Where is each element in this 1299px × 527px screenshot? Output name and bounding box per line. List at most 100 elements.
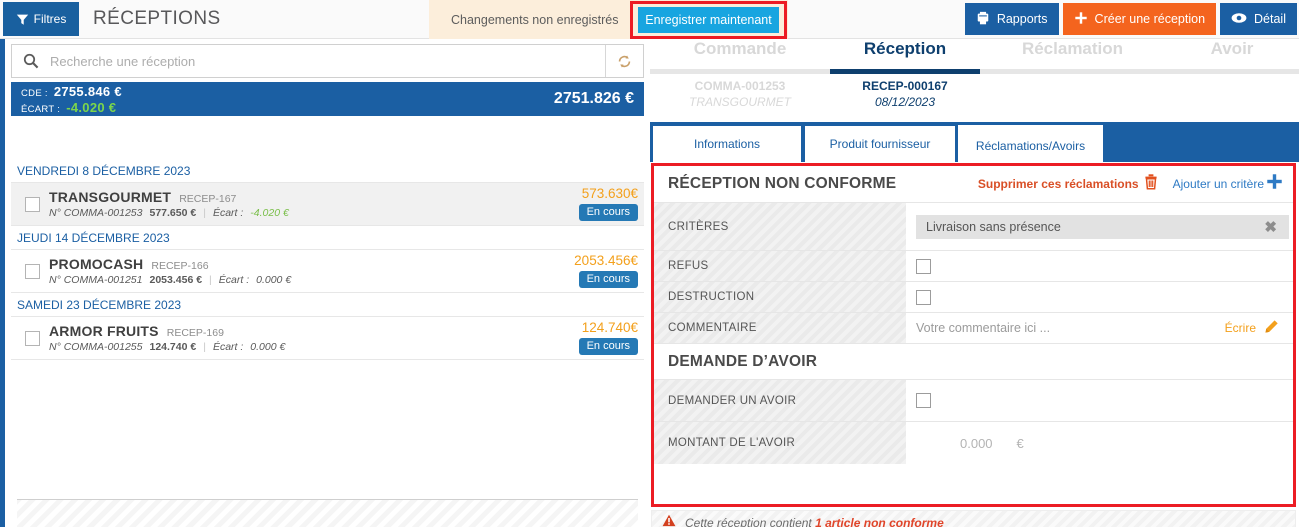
tabs-underline-active — [830, 69, 980, 74]
criteria-chip[interactable]: Livraison sans présence ✖ — [916, 214, 1289, 239]
day-header: VENDREDI 8 DÉCEMBRE 2023 — [11, 159, 644, 183]
reception-code: RECEP-166 — [151, 260, 209, 272]
row-line-1: TRANSGOURMET RECEP-167 — [49, 189, 289, 205]
supplier-name: PROMOCASH — [49, 256, 144, 272]
row-amount: 2053.456€ — [574, 253, 638, 268]
plus-icon[interactable] — [1266, 173, 1283, 195]
commande-supplier: TRANSGOURMET — [689, 95, 791, 109]
write-comment-label: Écrire — [1224, 321, 1256, 335]
top-action-buttons: Rapports Créer une réception Détail — [964, 3, 1297, 35]
add-criterion-label: Ajouter un critère — [1172, 177, 1264, 191]
tab-reception[interactable]: Réception — [830, 39, 980, 59]
close-icon[interactable]: ✖ — [1264, 218, 1281, 236]
criteria-label: CRITÈRES — [654, 203, 906, 250]
reception-date: 08/12/2023 — [874, 95, 936, 109]
ecart-value: -4.020 € — [66, 99, 117, 115]
order-number: N° COMMA-001251 — [49, 274, 143, 286]
tab-commande[interactable]: Commande — [650, 39, 830, 59]
ecart-line: ÉCART : -4.020 € — [21, 100, 122, 115]
create-reception-label: Créer une réception — [1094, 12, 1206, 26]
claims-form-highlight: RÉCEPTION NON CONFORME Supprimer ces réc… — [651, 163, 1296, 507]
document-tab-subtitles: COMMA-001253 TRANSGOURMET RECEP-000167 0… — [650, 78, 1299, 118]
day-header: SAMEDI 23 DÉCEMBRE 2023 — [11, 293, 644, 317]
filters-label: Filtres — [33, 12, 67, 26]
add-criterion-button[interactable]: Ajouter un critère — [1173, 177, 1264, 191]
criteria-field: Livraison sans présence ✖ — [906, 203, 1293, 250]
reports-button[interactable]: Rapports — [964, 3, 1059, 35]
credit-amount-field[interactable]: 0.000 € — [906, 422, 1293, 464]
pencil-icon — [1264, 319, 1279, 337]
page-title: RÉCEPTIONS — [93, 8, 221, 29]
app-root: Filtres RÉCEPTIONS Changements non enreg… — [0, 0, 1299, 527]
row-checkbox[interactable] — [25, 330, 40, 346]
reception-code: RECEP-167 — [179, 193, 237, 205]
order-number: N° COMMA-001255 — [49, 341, 143, 353]
delete-claims-button[interactable]: Supprimer ces réclamations — [978, 177, 1139, 191]
refus-checkbox[interactable] — [916, 258, 931, 274]
tab-informations[interactable]: Informations — [652, 125, 802, 162]
detail-button[interactable]: Détail — [1220, 3, 1297, 35]
credit-amount-row: MONTANT DE L'AVOIR 0.000 € — [654, 421, 1293, 464]
tab-reclamation[interactable]: Réclamation — [980, 39, 1165, 59]
row-line-2: N° COMMA-001251 2053.456 € | Écart : 0.0… — [49, 274, 291, 286]
request-credit-checkbox[interactable] — [916, 393, 931, 408]
row-separator: | — [203, 341, 206, 353]
document-tabs: Commande Réception Réclamation Avoir — [650, 39, 1299, 78]
nonconformity-warning: Cette réception contient 1 article non c… — [651, 510, 1296, 527]
section-title: RÉCEPTION NON CONFORME — [668, 175, 897, 192]
total-value: 2751.826 € — [553, 90, 634, 107]
row-right: 124.740€ En cours — [578, 320, 638, 355]
refus-row: REFUS — [654, 250, 1293, 281]
comment-field[interactable]: Votre commentaire ici ... Écrire — [906, 313, 1293, 343]
row-ecart-label: Écart : — [218, 274, 250, 286]
empty-list-area — [17, 499, 638, 527]
destruction-field — [906, 282, 1293, 312]
destruction-checkbox[interactable] — [916, 289, 931, 305]
section-tab-bar: Informations Produit fournisseur Réclama… — [650, 122, 1299, 165]
supplier-name: ARMOR FRUITS — [49, 323, 159, 339]
comment-row: COMMENTAIRE Votre commentaire ici ... Éc… — [654, 312, 1293, 343]
search-input[interactable] — [50, 45, 605, 77]
row-line-2: N° COMMA-001253 577.650 € | Écart : -4.0… — [49, 207, 289, 219]
row-separator: | — [209, 274, 212, 286]
status-badge: En cours — [578, 204, 638, 221]
order-number: N° COMMA-001253 — [49, 207, 143, 219]
day-header: JEUDI 14 DÉCEMBRE 2023 — [11, 226, 644, 250]
tab-reclamations-avoirs[interactable]: Réclamations/Avoirs — [958, 125, 1103, 165]
comment-placeholder: Votre commentaire ici ... — [916, 321, 1051, 335]
cde-value: 2755.846 € — [53, 83, 122, 99]
credit-amount-label: MONTANT DE L'AVOIR — [654, 422, 906, 464]
criteria-value: Livraison sans présence — [926, 219, 1061, 234]
row-ecart-value: -4.020 € — [250, 207, 289, 219]
cde-label: CDE : — [21, 87, 48, 99]
row-ecart-value: 0.000 € — [250, 341, 286, 353]
detail-label: Détail — [1254, 12, 1286, 26]
reports-label: Rapports — [996, 12, 1048, 26]
tab-avoir[interactable]: Avoir — [1165, 39, 1299, 59]
filters-button[interactable]: Filtres — [3, 2, 79, 36]
save-now-button[interactable]: Enregistrer maintenant — [638, 7, 779, 33]
search-icon — [12, 53, 50, 69]
receptions-list: VENDREDI 8 DÉCEMBRE 2023 TRANSGOURMET RE… — [11, 159, 644, 527]
row-checkbox[interactable] — [25, 196, 40, 212]
table-row[interactable]: PROMOCASH RECEP-166 N° COMMA-001251 2053… — [11, 250, 644, 293]
tab-produit-fournisseur[interactable]: Produit fournisseur — [804, 125, 956, 162]
comment-label: COMMENTAIRE — [654, 313, 906, 343]
refresh-button[interactable] — [605, 45, 643, 77]
claims-section-header: RÉCEPTION NON CONFORME Supprimer ces réc… — [654, 166, 1293, 202]
credit-request-title: DEMANDE D’AVOIR — [654, 343, 1293, 379]
row-checkbox[interactable] — [25, 263, 40, 279]
delete-claims-label: Supprimer ces réclamations — [977, 177, 1139, 191]
table-row[interactable]: TRANSGOURMET RECEP-167 N° COMMA-001253 5… — [11, 183, 644, 226]
eye-icon — [1231, 11, 1247, 28]
cde-line: CDE : 2755.846 € — [21, 84, 122, 99]
search-bar — [11, 44, 644, 78]
table-row[interactable]: ARMOR FRUITS RECEP-169 N° COMMA-001255 1… — [11, 317, 644, 360]
request-credit-field — [906, 380, 1293, 421]
write-comment-button[interactable]: Écrire — [1225, 319, 1285, 337]
warning-icon — [662, 514, 676, 527]
create-reception-button[interactable]: Créer une réception — [1062, 3, 1217, 35]
row-amount: 573.630€ — [581, 186, 638, 201]
row-right: 573.630€ En cours — [578, 186, 638, 221]
trash-icon[interactable] — [1143, 173, 1159, 195]
